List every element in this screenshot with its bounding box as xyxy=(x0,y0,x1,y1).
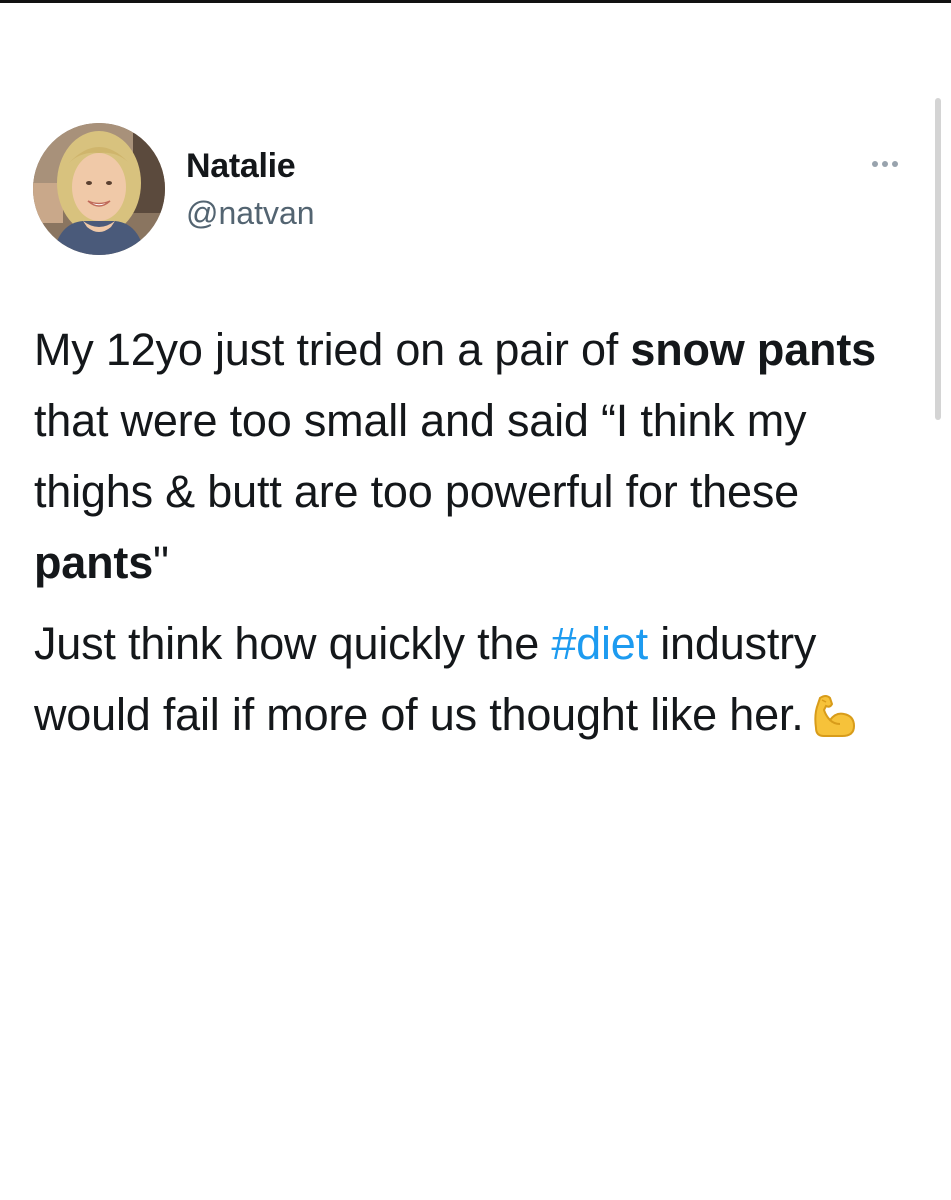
bold-text-snow-pants: snow pants xyxy=(630,324,876,375)
dot-icon xyxy=(892,161,898,167)
text-segment: Just think how quickly the xyxy=(34,618,552,669)
dot-icon xyxy=(872,161,878,167)
text-segment: that were too small and said “I think my… xyxy=(34,395,807,517)
text-segment: My 12yo just tried on a pair of xyxy=(34,324,631,375)
flexed-biceps-icon xyxy=(810,687,856,758)
bold-text-pants: pants xyxy=(34,537,154,588)
screen-top-edge xyxy=(0,0,951,3)
dot-icon xyxy=(882,161,888,167)
tweet-paragraph-2: Just think how quickly the #diet industr… xyxy=(34,608,934,758)
display-name[interactable]: Natalie xyxy=(186,146,296,186)
user-handle[interactable]: @natvan xyxy=(186,193,315,233)
text-segment: " xyxy=(153,537,169,588)
avatar[interactable] xyxy=(33,123,165,255)
tweet-text: My 12yo just tried on a pair of snow pan… xyxy=(34,314,934,758)
scrollbar[interactable] xyxy=(935,98,941,420)
hashtag-link[interactable]: #diet xyxy=(551,618,648,669)
more-options-icon[interactable] xyxy=(860,150,910,178)
tweet-paragraph-1: My 12yo just tried on a pair of snow pan… xyxy=(34,314,934,598)
avatar-photo xyxy=(33,123,165,255)
